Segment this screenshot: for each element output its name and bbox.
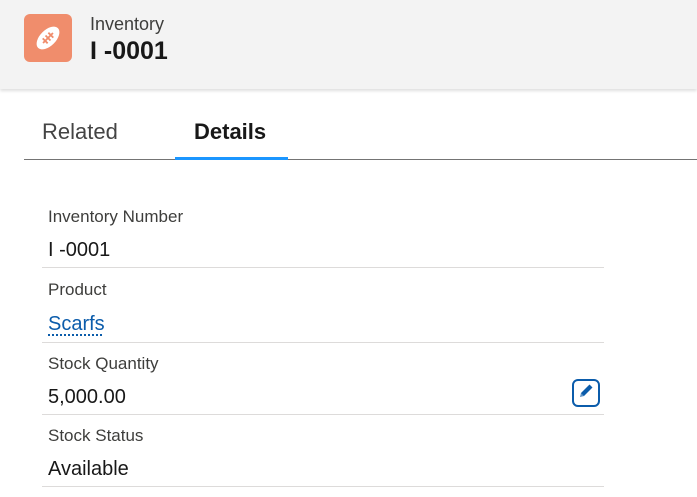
field-label: Inventory Number xyxy=(48,207,184,226)
field-value: 5,000.00 xyxy=(48,386,126,408)
record-header: Inventory I -0001 xyxy=(0,0,697,89)
field-value: Available xyxy=(48,458,129,480)
field-value: I -0001 xyxy=(48,239,111,261)
field-product: Product Scarfs xyxy=(42,268,604,343)
object-label: Inventory xyxy=(90,14,165,34)
football-icon xyxy=(24,14,72,62)
field-inventory-number: Inventory Number I -0001 xyxy=(42,196,604,268)
field-stock-status: Stock Status Available xyxy=(42,415,604,487)
field-label: Stock Quantity xyxy=(48,354,159,373)
product-link[interactable]: Scarfs xyxy=(48,313,105,335)
record-title: I -0001 xyxy=(90,37,168,65)
active-tab-indicator xyxy=(175,157,288,160)
pencil-icon xyxy=(577,382,595,405)
tab-details[interactable]: Details xyxy=(194,119,266,145)
tab-related[interactable]: Related xyxy=(42,119,118,145)
details-panel: Inventory Number I -0001 Product Scarfs … xyxy=(42,196,604,487)
field-label: Product xyxy=(48,280,107,299)
field-value: Scarfs xyxy=(48,313,604,336)
tab-bar: Related Details xyxy=(24,105,697,160)
field-label: Stock Status xyxy=(48,426,144,445)
edit-stock-quantity-button[interactable] xyxy=(572,379,600,407)
field-stock-quantity: Stock Quantity 5,000.00 xyxy=(42,343,604,415)
